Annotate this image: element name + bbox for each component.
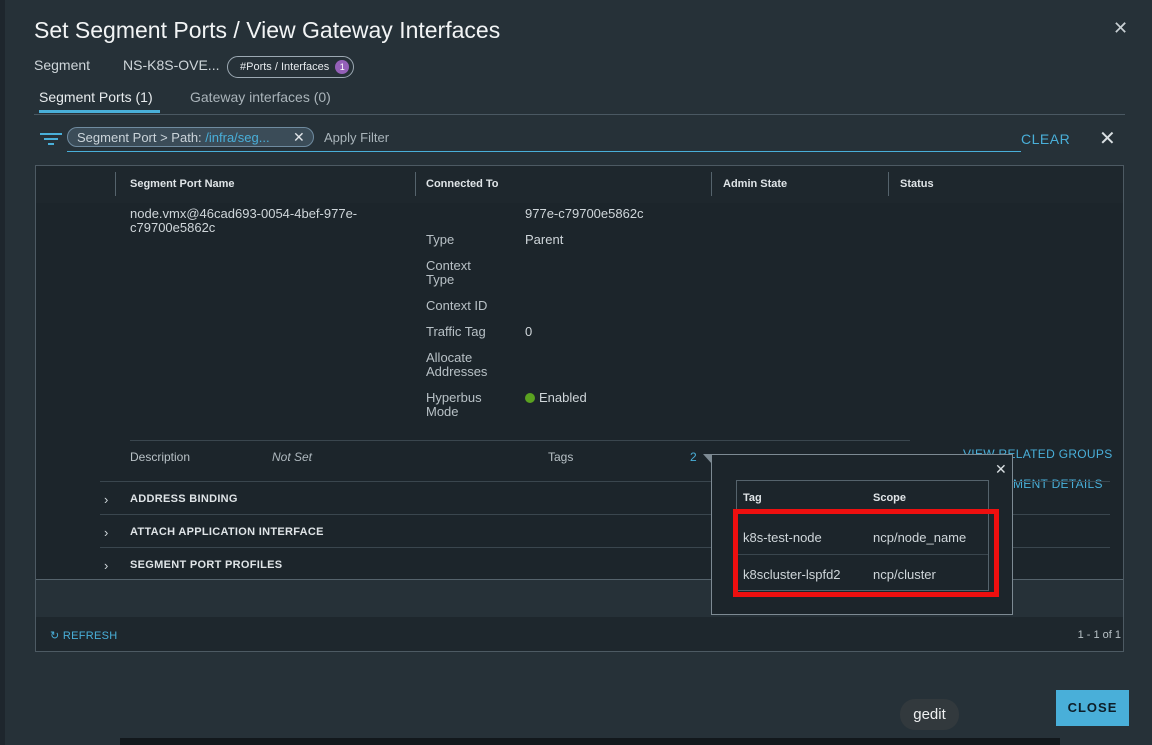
connected-to-value: 977e-c79700e5862c [525,206,644,221]
refresh-button[interactable]: ↻ REFRESH [50,629,118,642]
filter-chip-value: /infra/seg... [205,130,270,145]
detail-key-context-type: Context Type [426,258,471,287]
detail-value-type: Parent [525,232,564,247]
refresh-icon: ↻ [50,630,63,642]
pill-count-badge: 1 [335,60,350,74]
column-header-connected-to[interactable]: Connected To [426,178,499,190]
segment-port-profiles-section[interactable]: SEGMENT PORT PROFILES [130,559,282,571]
column-header-port-name[interactable]: Segment Port Name [130,178,235,190]
description-label: Description [130,450,191,464]
filter-chip[interactable]: Segment Port > Path: /infra/seg... [67,127,314,147]
segment-value: NS-K8S-OVE... [123,57,220,73]
attachment-details-link[interactable]: HMENT DETAILS [1004,477,1103,491]
active-tab-indicator [39,110,160,113]
refresh-label: REFRESH [62,630,118,642]
divider [130,440,910,441]
chevron-right-icon[interactable]: › [104,558,108,573]
bottom-strip [120,738,1060,745]
tab-segment-ports[interactable]: Segment Ports (1) [39,89,153,105]
grid-footer: ↻ REFRESH 1 - 1 of 1 [36,617,1123,651]
description-value: Not Set [272,450,313,464]
red-highlight-box [733,509,999,597]
tab-bar: Segment Ports (1) Gateway interfaces (0) [34,84,1125,115]
modal-dialog: Set Segment Ports / View Gateway Interfa… [5,0,1152,745]
column-separator [415,172,416,196]
detail-key-allocate-addresses: Allocate Addresses [426,350,488,379]
taskbar-tooltip: gedit [900,699,959,730]
port-name-value: node.vmx@46cad693-0054-4bef-977e-c79700e… [130,206,358,235]
pill-label: #Ports / Interfaces [240,61,330,73]
tags-count-link[interactable]: 2 [690,450,697,464]
detail-key-traffic-tag: Traffic Tag [426,324,486,339]
grid-header: Segment Port Name Connected To Admin Sta… [36,166,1123,204]
segment-label: Segment [34,57,91,73]
column-separator [888,172,889,196]
column-separator [711,172,712,196]
detail-key-type: Type [426,232,455,247]
close-icon[interactable]: ✕ [1113,19,1129,37]
status-enabled-dot [525,393,535,403]
column-header-admin-state[interactable]: Admin State [723,178,787,190]
tags-column-header-scope: Scope [873,492,907,504]
clear-filter-button[interactable]: CLEAR [1021,131,1070,147]
detail-key-context-id: Context ID [426,298,488,313]
chevron-right-icon[interactable]: › [104,492,108,507]
attach-application-interface-section[interactable]: ATTACH APPLICATION INTERFACE [130,526,324,538]
filter-underline [67,151,1021,152]
apply-filter-input[interactable]: Apply Filter [324,130,389,145]
filter-icon[interactable] [40,132,62,146]
tags-label: Tags [548,450,574,464]
close-button[interactable]: CLOSE [1056,690,1129,726]
close-popover-icon[interactable]: ✕ [995,462,1007,476]
chevron-right-icon[interactable]: › [104,525,108,540]
address-binding-section[interactable]: ADDRESS BINDING [130,493,238,505]
ports-interfaces-pill: #Ports / Interfaces 1 [227,56,355,78]
detail-value-hyperbus-mode: Enabled [539,390,587,405]
detail-key-hyperbus-mode: Hyperbus Mode [426,390,482,419]
close-filter-icon[interactable]: ✕ [1099,129,1116,149]
filter-chip-key: Segment Port > Path: [77,130,206,145]
hyperbus-status: Enabled [525,391,587,405]
filter-bar: Segment Port > Path: /infra/seg... ✕ App… [35,124,1126,154]
pagination-text: 1 - 1 of 1 [1077,629,1121,641]
detail-value-traffic-tag: 0 [525,324,533,339]
modal-title: Set Segment Ports / View Gateway Interfa… [34,17,501,43]
column-header-status[interactable]: Status [900,178,934,190]
tab-gateway-interfaces[interactable]: Gateway interfaces (0) [190,89,331,105]
remove-filter-icon[interactable]: ✕ [293,130,305,144]
column-separator [115,172,116,196]
tags-column-header-tag: Tag [743,492,762,504]
